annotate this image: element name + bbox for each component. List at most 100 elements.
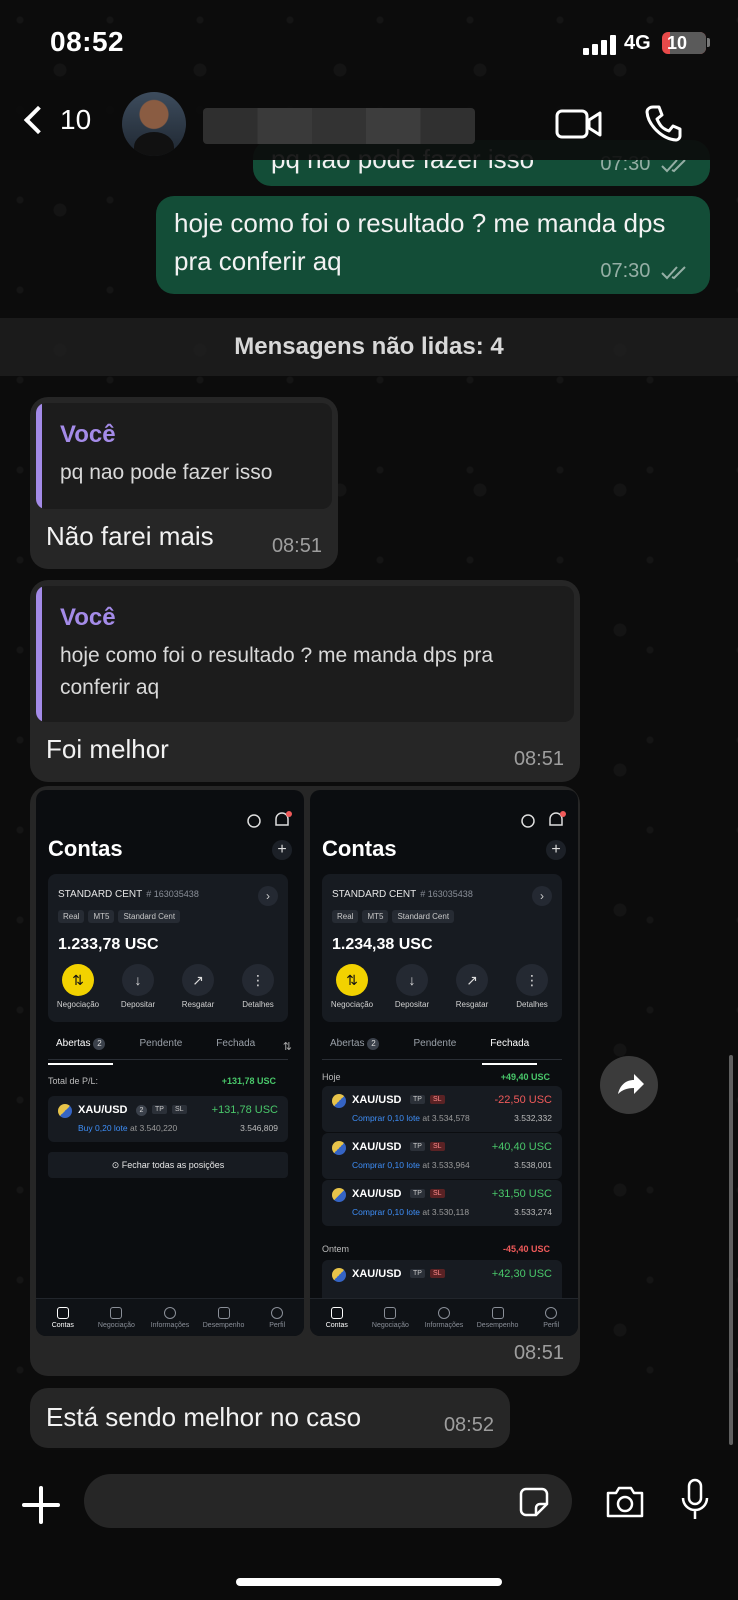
message-incoming[interactable]: Está sendo melhor no caso 08:52 (30, 1388, 510, 1448)
microphone-icon[interactable] (680, 1478, 710, 1522)
xau-usd-flag-icon (332, 1094, 346, 1108)
quoted-message[interactable]: Você hoje como foi o resultado ? me mand… (36, 586, 574, 722)
xau-usd-flag-icon (332, 1188, 346, 1202)
contact-name-redacted[interactable] (203, 108, 475, 144)
message-outgoing[interactable]: hoje como foi o resultado ? me manda dps… (156, 196, 710, 294)
status-time: 08:52 (50, 26, 125, 57)
withdraw-action[interactable]: ↗ Resgatar (170, 964, 226, 1009)
phone-call-icon[interactable] (645, 104, 683, 142)
contact-avatar[interactable] (122, 92, 186, 156)
download-icon: ↓ (396, 964, 428, 996)
close-all-positions-button[interactable]: ⊙ Fechar todas as posições (48, 1152, 288, 1178)
chat-header: 10 (0, 80, 738, 160)
account-card[interactable]: STANDARD CENT # 163035438 › Real MT5 Stan… (48, 874, 288, 1022)
nav-trading[interactable]: Negociação (91, 1306, 141, 1329)
nav-profile[interactable]: Perfil (526, 1306, 576, 1329)
signal-icon (583, 35, 617, 55)
quote-author: Você (60, 421, 116, 448)
candles-icon: ⇅ (336, 964, 368, 996)
status-bar: 08:52 4G 10 (0, 0, 738, 90)
nav-performance[interactable]: Desempenho (199, 1306, 249, 1329)
nav-accounts[interactable]: Contas (38, 1306, 88, 1329)
more-icon: ⋮ (516, 964, 548, 996)
battery-tip (707, 38, 710, 47)
closed-position-row[interactable]: XAU/USD TP SL +31,50 USC Comprar 0,10 lo… (322, 1180, 562, 1226)
candles-icon: ⇅ (62, 964, 94, 996)
message-time: 08:52 (443, 1414, 494, 1436)
more-icon: ⋮ (242, 964, 274, 996)
tab-pending[interactable]: Pendente (131, 1036, 190, 1059)
closed-position-row[interactable]: XAU/USD TP SL +40,40 USC Comprar 0,10 lo… (322, 1133, 562, 1179)
add-account-button[interactable]: + (546, 840, 566, 860)
download-icon: ↓ (122, 964, 154, 996)
screenshot-accounts-closed[interactable]: Contas + STANDARD CENT # 163035438 › Real… (310, 790, 578, 1336)
account-tags: Real MT5 Standard Cent (332, 910, 455, 923)
message-text: Não farei mais (46, 521, 214, 551)
tag: MT5 (362, 910, 389, 923)
account-tags: Real MT5 Standard Cent (58, 910, 181, 923)
xau-usd-flag-icon (58, 1104, 72, 1118)
chevron-right-icon[interactable]: › (258, 886, 278, 906)
positions-tabs: Abertas 2 Pendente Fechada (48, 1036, 288, 1065)
tab-pending[interactable]: Pendente (405, 1036, 464, 1059)
details-action[interactable]: ⋮ Detalhes (230, 964, 286, 1009)
message-input[interactable] (84, 1474, 572, 1528)
deposit-action[interactable]: ↓ Depositar (384, 964, 440, 1009)
tag: Standard Cent (392, 910, 455, 923)
trade-action[interactable]: ⇅ Negociação (50, 964, 106, 1009)
details-action[interactable]: ⋮ Detalhes (504, 964, 560, 1009)
sort-icon[interactable]: ⇅ (283, 1040, 292, 1053)
nav-trading[interactable]: Negociação (365, 1306, 415, 1329)
quote-text: hoje como foi o resultado ? me manda dps… (60, 644, 494, 699)
camera-icon[interactable] (604, 1484, 646, 1520)
tab-open[interactable]: Abertas 2 (322, 1036, 387, 1059)
read-ticks-icon (661, 266, 686, 280)
alarm-and-bell-icons (247, 811, 292, 828)
message-incoming[interactable]: Você pq nao pode fazer isso Não farei ma… (30, 397, 338, 569)
accounts-title: Contas (322, 836, 397, 861)
message-incoming[interactable]: Você hoje como foi o resultado ? me mand… (30, 580, 580, 782)
account-type: STANDARD CENT # 163035438 (58, 889, 199, 900)
nav-information[interactable]: Informações (145, 1306, 195, 1329)
battery-level: 10 (667, 33, 688, 53)
position-row[interactable]: XAU/USD 2 TP SL +131,78 USC Buy 0,20 lot… (48, 1096, 288, 1142)
tag: Standard Cent (118, 910, 181, 923)
home-indicator (236, 1578, 502, 1586)
nav-profile[interactable]: Perfil (252, 1306, 302, 1329)
chevron-right-icon[interactable]: › (532, 886, 552, 906)
account-card[interactable]: STANDARD CENT # 163035438 › Real MT5 Stan… (322, 874, 562, 1022)
message-time: 08:51 (513, 748, 564, 770)
sticker-icon[interactable] (518, 1486, 550, 1518)
message-time: 07:30 (600, 260, 690, 283)
withdraw-action[interactable]: ↗ Resgatar (444, 964, 500, 1009)
xau-usd-flag-icon (332, 1268, 346, 1282)
tab-open[interactable]: Abertas 2 (48, 1036, 114, 1065)
tab-closed[interactable]: Fechada (208, 1036, 263, 1059)
attach-plus-icon[interactable] (22, 1486, 60, 1524)
bottom-nav: Contas Negociação Informações Desempenho… (36, 1298, 304, 1336)
add-account-button[interactable]: + (272, 840, 292, 860)
nav-accounts[interactable]: Contas (312, 1306, 362, 1329)
battery-icon: 10 (662, 32, 706, 54)
forward-button[interactable] (600, 1056, 658, 1114)
positions-tabs: Abertas 2 Pendente Fechada (322, 1036, 562, 1065)
message-text: Está sendo melhor no caso (46, 1402, 362, 1432)
closed-position-row[interactable]: XAU/USD TP SL -22,50 USC Comprar 0,10 lo… (322, 1086, 562, 1132)
deposit-action[interactable]: ↓ Depositar (110, 964, 166, 1009)
xau-usd-flag-icon (332, 1141, 346, 1155)
scrollbar[interactable] (729, 1055, 733, 1445)
message-time: 08:51 (513, 1342, 564, 1364)
quoted-message[interactable]: Você pq nao pode fazer isso (36, 403, 332, 509)
network-label: 4G (624, 32, 651, 54)
nav-information[interactable]: Informações (419, 1306, 469, 1329)
account-actions: ⇅ Negociação ↓ Depositar ↗ Resgatar ⋮ Detalh… (322, 964, 562, 1009)
trade-action[interactable]: ⇅ Negociação (324, 964, 380, 1009)
tag: MT5 (88, 910, 115, 923)
share-arrow-icon (618, 1074, 644, 1094)
nav-performance[interactable]: Desempenho (473, 1306, 523, 1329)
tab-closed[interactable]: Fechada (482, 1036, 538, 1065)
video-call-icon[interactable] (555, 108, 603, 140)
back-button[interactable]: 10 (18, 100, 98, 140)
screenshot-accounts-open[interactable]: Contas + STANDARD CENT # 163035438 › Real… (36, 790, 304, 1336)
chevron-left-icon (23, 105, 53, 135)
